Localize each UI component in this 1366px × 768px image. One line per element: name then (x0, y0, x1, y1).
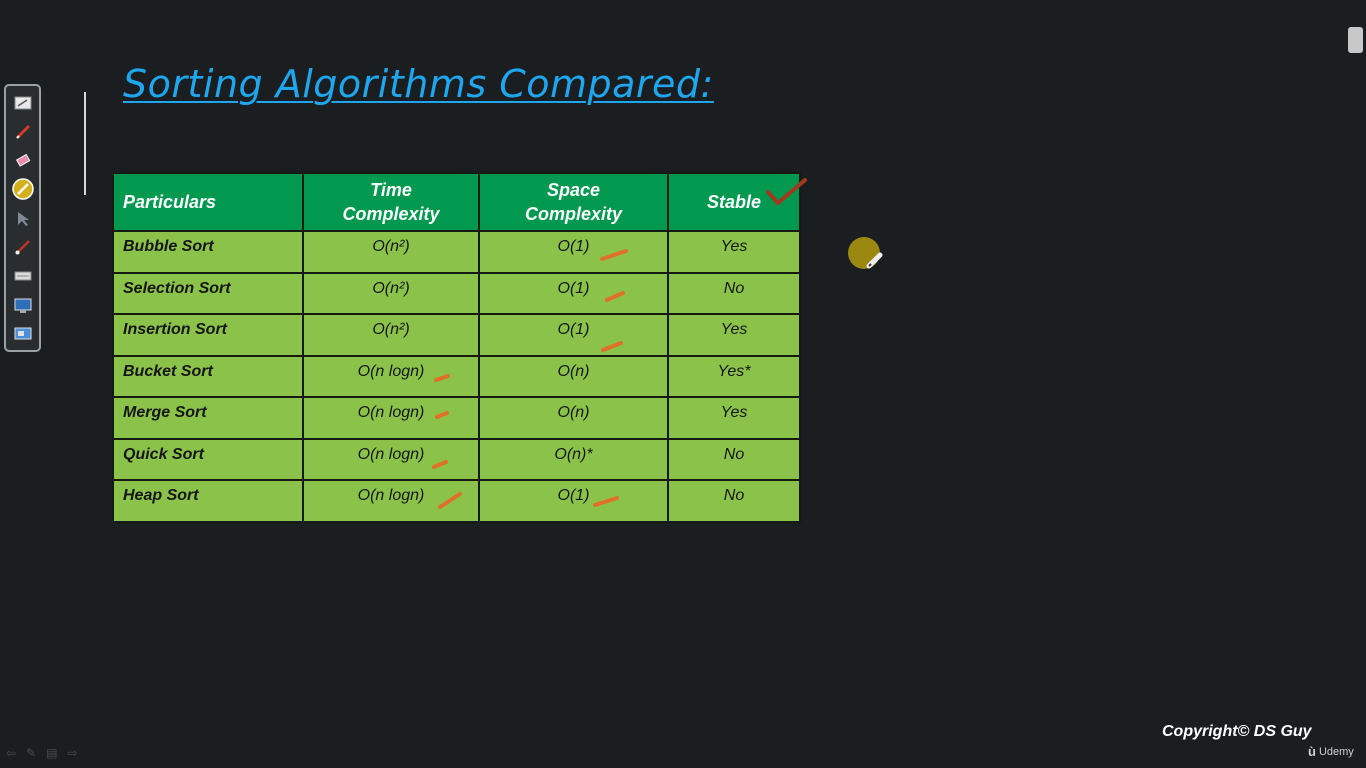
header-time-line1: Time (370, 180, 412, 200)
pen-small-icon[interactable]: ✎ (26, 746, 36, 760)
row-time: O(n²) (302, 271, 480, 315)
row-name: Bucket Sort (112, 354, 304, 398)
header-time-line2: Complexity (342, 204, 440, 224)
table-row: Bucket Sort O(n logn) O(n) Yes* (112, 354, 801, 398)
row-name: Quick Sort (112, 437, 304, 481)
row-stable: No (667, 479, 801, 523)
udemy-logo-icon: ù (1308, 744, 1316, 759)
table-row: Insertion Sort O(n²) O(1) Yes (112, 313, 801, 357)
row-name: Bubble Sort (112, 230, 304, 274)
slide-icon[interactable] (12, 92, 34, 114)
header-space-line1: Space (546, 180, 601, 200)
row-name: Selection Sort (112, 271, 304, 315)
back-arrow-icon[interactable]: ⇦ (6, 746, 16, 760)
brush-icon[interactable] (12, 236, 34, 258)
annotation-toolbar (4, 84, 41, 352)
header-space-complexity: Space Complexity (478, 172, 669, 232)
row-space: O(1) (478, 230, 669, 274)
row-space: O(n)* (478, 437, 669, 481)
row-space: O(1) (478, 479, 669, 523)
row-time: O(n logn) (302, 479, 480, 523)
monitor-icon[interactable] (12, 324, 34, 346)
row-stable: Yes (667, 230, 801, 274)
row-stable: No (667, 437, 801, 481)
eraser-icon[interactable] (12, 150, 34, 172)
playback-controls: ⇦ ✎ ▤ ⇨ (6, 746, 78, 760)
panel-toggle-icon[interactable] (1348, 27, 1363, 53)
highlighter-icon[interactable] (12, 178, 34, 200)
header-space-line2: Complexity (524, 204, 623, 224)
pointer-icon[interactable] (12, 208, 34, 230)
header-stable: Stable (667, 172, 801, 232)
table-header-row: Particulars Time Complexity Space Comple… (112, 172, 801, 232)
row-space: O(1) (478, 271, 669, 315)
udemy-watermark: ù Udemy (1308, 744, 1354, 759)
copyright-text: Copyright© DS Guy (1162, 723, 1312, 740)
pen-icon[interactable] (12, 121, 34, 143)
table-row: Merge Sort O(n logn) O(n) Yes (112, 396, 801, 440)
table-row: Quick Sort O(n logn) O(n)* No (112, 437, 801, 481)
row-stable: Yes (667, 313, 801, 357)
slides-icon[interactable]: ▤ (46, 746, 57, 760)
row-space: O(n) (478, 354, 669, 398)
highlighter-cursor-icon (848, 237, 883, 269)
header-particulars: Particulars (112, 172, 304, 232)
row-name: Merge Sort (112, 396, 304, 440)
row-time: O(n logn) (302, 437, 480, 481)
header-time-complexity: Time Complexity (302, 172, 480, 232)
row-time: O(n logn) (302, 354, 480, 398)
comparison-table: Particulars Time Complexity Space Comple… (112, 172, 801, 523)
row-time: O(n²) (302, 313, 480, 357)
row-stable: Yes* (667, 354, 801, 398)
row-stable: Yes (667, 396, 801, 440)
row-stable: No (667, 271, 801, 315)
screen-icon[interactable] (12, 295, 34, 317)
udemy-label: Udemy (1318, 745, 1354, 758)
row-name: Insertion Sort (112, 313, 304, 357)
row-space: O(1) (478, 313, 669, 357)
row-name: Heap Sort (112, 479, 304, 523)
table-row: Bubble Sort O(n²) O(1) Yes (112, 230, 801, 274)
row-space: O(n) (478, 396, 669, 440)
table-row: Heap Sort O(n logn) O(1) No (112, 479, 801, 523)
keyboard-icon[interactable] (12, 265, 34, 287)
forward-arrow-icon[interactable]: ⇨ (67, 746, 77, 760)
row-time: O(n logn) (302, 396, 480, 440)
page-title: Sorting Algorithms Compared: (123, 62, 714, 106)
divider-line (84, 92, 86, 195)
row-time: O(n²) (302, 230, 480, 274)
table-row: Selection Sort O(n²) O(1) No (112, 271, 801, 315)
